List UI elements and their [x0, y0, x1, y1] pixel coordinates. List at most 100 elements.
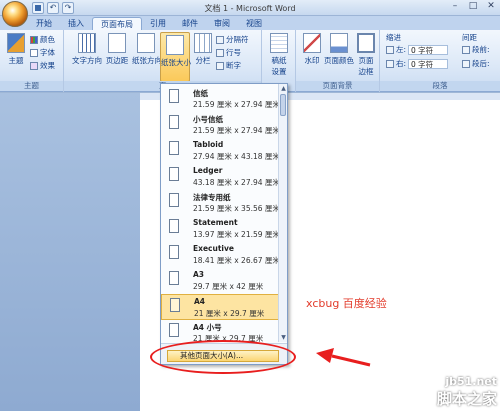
page-icon	[169, 271, 179, 285]
office-button[interactable]	[2, 1, 28, 27]
tab-3[interactable]: 引用	[142, 17, 174, 30]
orientation-button[interactable]: 纸张方向	[132, 33, 162, 66]
paper-size-name: Executive	[193, 244, 234, 253]
text-direction-button[interactable]: 文字方向	[72, 33, 102, 66]
indent-right-input[interactable]: 0 字符	[408, 58, 449, 69]
dropdown-scrollbar[interactable]: ▲ ▼	[278, 84, 287, 342]
spacing-after-row[interactable]: 段后:	[462, 58, 490, 69]
paper-size-name: Tabloid	[193, 140, 224, 149]
indent-left-input[interactable]: 0 字符	[408, 44, 449, 55]
red-arrow-icon	[316, 348, 371, 367]
margins-button[interactable]: 页边距	[104, 33, 130, 66]
page-icon	[169, 167, 179, 181]
maximize-button[interactable]: □	[464, 0, 482, 14]
theme-effects-button[interactable]: 效果	[30, 60, 55, 71]
themes-button[interactable]: 主题	[4, 33, 28, 66]
page-color-icon	[330, 33, 348, 53]
watermark-name: 脚本之家	[436, 390, 497, 408]
spacing-after-icon	[462, 59, 470, 68]
watermark-url: jb51.net	[445, 375, 497, 388]
paper-size-dimensions: 21.59 厘米 x 27.94 厘米	[193, 100, 279, 109]
minimize-button[interactable]: –	[446, 0, 464, 14]
page-icon	[169, 219, 179, 233]
page-icon	[170, 298, 180, 312]
breaks-button[interactable]: 分隔符	[216, 34, 249, 45]
theme-colors-button[interactable]: 颜色	[30, 34, 55, 45]
page-borders-icon	[357, 33, 375, 53]
tab-0[interactable]: 开始	[28, 17, 60, 30]
manuscript-button[interactable]: 稿纸 设置	[267, 33, 291, 77]
page-icon	[169, 193, 179, 207]
paper-size-item[interactable]: 小号信纸 21.59 厘米 x 27.94 厘米	[161, 112, 279, 138]
palette-icon	[30, 35, 38, 44]
paper-size-item[interactable]: 信纸 21.59 厘米 x 27.94 厘米	[161, 86, 279, 112]
tab-6[interactable]: 视图	[238, 17, 270, 30]
indent-left-row: 左: 0 字符	[386, 44, 449, 55]
theme-fonts-button[interactable]: 字体	[30, 47, 55, 58]
scroll-up-icon[interactable]: ▲	[279, 84, 287, 93]
paper-size-item[interactable]: A4 21 厘米 x 29.7 厘米	[161, 294, 279, 320]
paper-size-name: A4 小号	[193, 323, 222, 332]
title-bar: ↶ ↷ 文档 1 - Microsoft Word – □ ✕	[0, 0, 500, 16]
tab-2[interactable]: 页面布局	[92, 17, 142, 30]
paper-size-dimensions: 21.59 厘米 x 35.56 厘米	[193, 204, 279, 213]
tab-4[interactable]: 邮件	[174, 17, 206, 30]
tab-5[interactable]: 审阅	[206, 17, 238, 30]
page-borders-button[interactable]: 页面 边框	[354, 33, 378, 77]
page-icon	[169, 141, 179, 155]
paper-size-item[interactable]: Ledger 43.18 厘米 x 27.94 厘米	[161, 164, 279, 190]
page-size-icon	[166, 35, 184, 55]
page-icon	[169, 245, 179, 259]
page-icon	[169, 89, 179, 103]
scroll-down-icon[interactable]: ▼	[279, 333, 287, 342]
paper-size-name: 信纸	[193, 89, 208, 98]
font-icon	[30, 48, 38, 57]
paper-size-item[interactable]: Statement 13.97 厘米 x 21.59 厘米	[161, 216, 279, 242]
columns-icon	[194, 33, 212, 53]
close-button[interactable]: ✕	[482, 0, 500, 14]
paper-size-dimensions: 13.97 厘米 x 21.59 厘米	[193, 230, 279, 239]
breaks-icon	[216, 35, 224, 44]
margins-icon	[108, 33, 126, 53]
indent-right-icon	[386, 59, 394, 68]
paper-size-item[interactable]: Tabloid 27.94 厘米 x 43.18 厘米	[161, 138, 279, 164]
paper-size-item[interactable]: 法律专用纸 21.59 厘米 x 35.56 厘米	[161, 190, 279, 216]
themes-group: 主题 颜色 字体 效果 主题	[0, 30, 64, 92]
spacing-before-icon	[462, 45, 470, 54]
paper-size-name: 法律专用纸	[193, 193, 231, 202]
tab-1[interactable]: 插入	[60, 17, 92, 30]
paper-size-item[interactable]: A4 小号 21 厘米 x 29.7 厘米	[161, 320, 279, 342]
spacing-before-row[interactable]: 段前:	[462, 44, 490, 55]
watermark-button[interactable]: 水印	[300, 33, 324, 66]
spacing-label: 间距	[462, 33, 477, 42]
paper-size-name: Statement	[193, 218, 238, 227]
paper-size-dimensions: 27.94 厘米 x 43.18 厘米	[193, 152, 279, 161]
indent-left-icon	[386, 45, 394, 54]
paper-size-dimensions: 29.7 厘米 x 42 厘米	[193, 282, 264, 291]
line-numbers-button[interactable]: 行号	[216, 47, 241, 58]
scroll-thumb[interactable]	[280, 94, 286, 116]
watermark-icon	[303, 33, 321, 53]
hyphenation-icon	[216, 61, 224, 70]
columns-button[interactable]: 分栏	[192, 33, 214, 66]
paper-size-item[interactable]: A3 29.7 厘米 x 42 厘米	[161, 268, 279, 294]
orientation-icon	[137, 33, 155, 53]
page-icon	[169, 323, 179, 337]
hyphenation-button[interactable]: 断字	[216, 60, 241, 71]
paper-size-name: A3	[193, 270, 205, 279]
paper-size-list: 信纸 21.59 厘米 x 27.94 厘米 小号信纸 21.59 厘米 x 27.9…	[161, 84, 279, 342]
indent-label: 缩进	[386, 33, 401, 42]
themes-icon	[7, 33, 25, 53]
size-button[interactable]: 纸张大小	[160, 32, 191, 82]
paper-size-dimensions: 43.18 厘米 x 27.94 厘米	[193, 178, 279, 187]
paper-size-name: 小号信纸	[193, 115, 223, 124]
paper-size-item[interactable]: Executive 18.41 厘米 x 26.67 厘米	[161, 242, 279, 268]
indent-right-row: 右: 0 字符	[386, 58, 449, 69]
manuscript-icon	[270, 33, 288, 53]
highlight-ellipse	[150, 340, 296, 374]
page-icon	[169, 115, 179, 129]
window-title: 文档 1 - Microsoft Word	[204, 4, 296, 13]
line-numbers-icon	[216, 48, 224, 57]
page-color-button[interactable]: 页面颜色	[324, 33, 354, 66]
ribbon-tabs: 开始 插入 页面布局 引用 邮件 审阅 视图	[0, 16, 500, 30]
